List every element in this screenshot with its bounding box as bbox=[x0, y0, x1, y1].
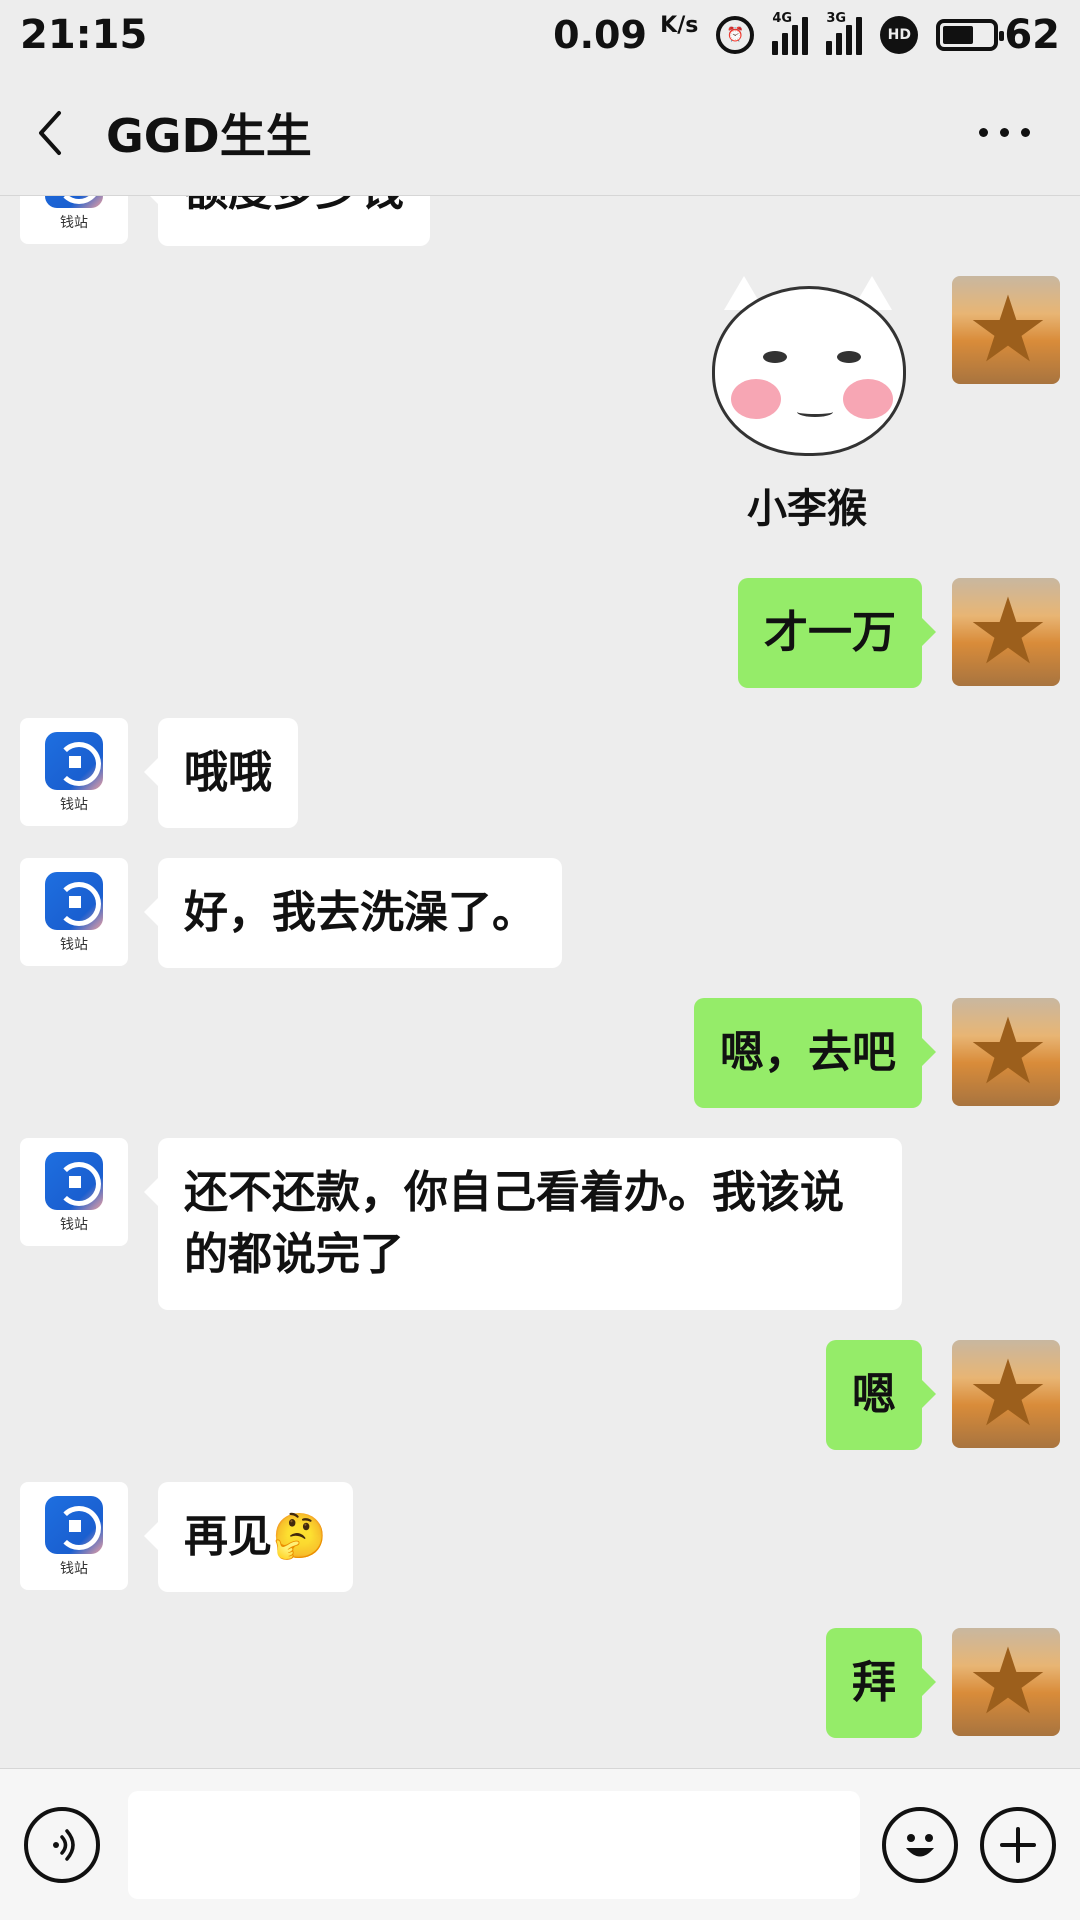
emoji-icon[interactable] bbox=[882, 1806, 958, 1883]
voice-icon[interactable] bbox=[24, 1806, 100, 1883]
status-bar: 21:15 0.09 K/s ⏰ 4G 3G HD 62 bbox=[0, 0, 1080, 70]
battery-indicator: 62 bbox=[936, 12, 1060, 58]
sticker-message[interactable]: 小李猴 bbox=[702, 276, 912, 532]
message-bubble[interactable]: 好，我去洗澡了。 bbox=[144, 858, 562, 968]
starfish-icon: ★ bbox=[966, 276, 1050, 383]
contact-avatar[interactable]: 钱站 bbox=[20, 858, 128, 966]
contact-avatar[interactable]: 钱站 bbox=[20, 1482, 128, 1590]
message-bubble[interactable]: 哦哦 bbox=[144, 718, 298, 828]
starfish-icon: ★ bbox=[966, 1628, 1050, 1735]
more-icon[interactable] bbox=[959, 118, 1050, 147]
app-logo-icon bbox=[45, 1496, 103, 1554]
message-bubble[interactable]: 嗯，去吧 bbox=[694, 998, 936, 1108]
status-time: 21:15 bbox=[20, 12, 148, 58]
signal-sim1-icon: 4G bbox=[772, 11, 809, 55]
message-bubble[interactable]: 额度多少钱 bbox=[144, 196, 430, 246]
chevron-left-icon[interactable] bbox=[30, 108, 70, 158]
plus-icon[interactable] bbox=[980, 1806, 1056, 1883]
app-logo-icon bbox=[45, 732, 103, 790]
contact-avatar[interactable]: 钱站 bbox=[20, 196, 128, 244]
starfish-icon: ★ bbox=[966, 1340, 1050, 1447]
contact-avatar[interactable]: 钱站 bbox=[20, 1138, 128, 1246]
battery-level: 62 bbox=[1004, 12, 1060, 58]
message-bubble[interactable]: 才一万 bbox=[738, 578, 936, 688]
message-bubble[interactable]: 还不还款，你自己看着办。我该说的都说完了 bbox=[144, 1138, 902, 1310]
my-avatar[interactable]: ★ bbox=[952, 998, 1060, 1106]
my-avatar[interactable]: ★ bbox=[952, 578, 1060, 686]
message-bubble[interactable]: 嗯 bbox=[826, 1340, 936, 1450]
message-list[interactable]: 钱站 额度多少钱 小李猴 ★ 才一万 ★ 钱站 哦哦 钱站 bbox=[0, 196, 1080, 1768]
chat-title: GGD生生 bbox=[106, 108, 312, 163]
contact-avatar[interactable]: 钱站 bbox=[20, 718, 128, 826]
app-logo-icon bbox=[45, 1152, 103, 1210]
app-logo-icon bbox=[45, 196, 103, 208]
my-avatar[interactable]: ★ bbox=[952, 1340, 1060, 1448]
message-bubble[interactable]: 再见🤔 bbox=[144, 1482, 353, 1592]
input-bar bbox=[0, 1768, 1080, 1920]
sticker-caption: 小李猴 bbox=[747, 486, 867, 532]
signal-sim2-icon: 3G bbox=[826, 11, 863, 55]
starfish-icon: ★ bbox=[966, 578, 1050, 685]
network-speed: 0.09 K/s bbox=[553, 13, 699, 57]
alarm-icon: ⏰ bbox=[716, 16, 755, 54]
chat-header: GGD生生 bbox=[0, 70, 1080, 196]
starfish-icon: ★ bbox=[966, 998, 1050, 1105]
status-indicators: 0.09 K/s ⏰ 4G 3G HD 62 bbox=[553, 11, 1060, 58]
my-avatar[interactable]: ★ bbox=[952, 1628, 1060, 1736]
message-input[interactable] bbox=[128, 1790, 860, 1899]
message-bubble[interactable]: 拜 bbox=[826, 1628, 936, 1738]
app-logo-icon bbox=[45, 872, 103, 930]
hd-icon: HD bbox=[880, 16, 919, 54]
my-avatar[interactable]: ★ bbox=[952, 276, 1060, 384]
battery-icon bbox=[936, 19, 1005, 51]
